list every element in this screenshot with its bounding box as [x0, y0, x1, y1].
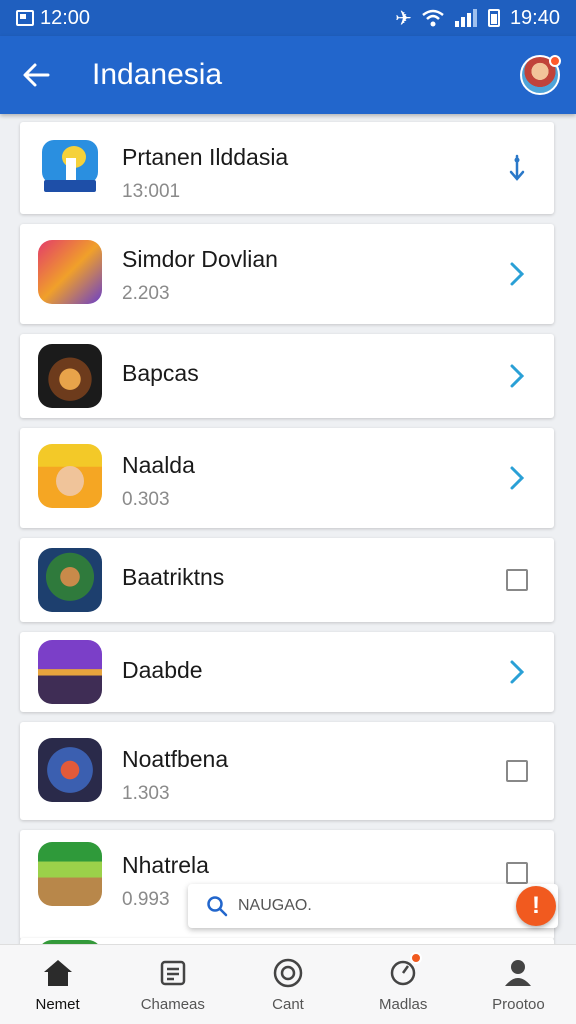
avatar[interactable]: [520, 55, 561, 95]
app-icon: [38, 444, 102, 508]
nav-label: Madlas: [379, 996, 428, 1013]
nav-label: Chameas: [140, 996, 205, 1013]
list-item-subtitle: 13:001: [122, 181, 181, 202]
airplane-icon: ✈: [395, 7, 412, 30]
list-item-subtitle: 2.203: [122, 283, 170, 304]
location-icon: [386, 952, 423, 990]
item-checkbox[interactable]: [502, 565, 532, 595]
page-title: Indanesia: [92, 58, 223, 91]
app-icon: [38, 344, 102, 408]
home-icon: [41, 956, 75, 990]
list-item[interactable]: Daabde: [20, 632, 554, 712]
person-icon: [501, 956, 535, 990]
search-bar[interactable]: NAUGAO.: [188, 884, 558, 928]
chevron-right-icon: [510, 466, 525, 490]
chevron-right-icon: [510, 364, 525, 388]
app-icon: [38, 136, 102, 200]
list-item-title: Baatriktns: [122, 564, 225, 590]
chevron-right-icon: [510, 262, 525, 286]
app-icon: [38, 738, 102, 802]
back-button[interactable]: [16, 55, 56, 95]
status-time-right: 19:40: [509, 6, 560, 29]
list-item-title: Daabde: [122, 657, 203, 683]
alert-icon: !: [532, 892, 540, 919]
nav-item-cant[interactable]: Cant: [230, 945, 345, 1024]
nav-label: Nemet: [35, 996, 80, 1013]
list-item-title: Prtanen Ilddasia: [122, 144, 289, 170]
app-icon: [38, 240, 102, 304]
wifi-icon: [422, 9, 444, 27]
bottom-nav: Nemet Chameas Cant Madlas Prootoo: [0, 944, 576, 1024]
app-icon: [38, 548, 102, 612]
screenshot-icon: [16, 10, 34, 26]
search-placeholder: NAUGAO.: [238, 897, 312, 914]
status-time-left: 12:00: [40, 6, 91, 29]
nav-label: Cant: [272, 996, 304, 1013]
search-icon: [207, 896, 228, 917]
chevron-button[interactable]: [502, 361, 532, 391]
list-item-title: Nhatrela: [122, 852, 209, 878]
list-item[interactable]: Naalda 0.303: [20, 428, 554, 528]
nav-item-home[interactable]: Nemet: [0, 945, 115, 1024]
list-item-title: Simdor Dovlian: [122, 246, 278, 272]
app-icon: [38, 640, 102, 704]
list-item[interactable]: Noatfbena 1.303: [20, 722, 554, 820]
signal-icon: [454, 9, 477, 27]
nav-item-news[interactable]: Chameas: [115, 945, 230, 1024]
item-checkbox[interactable]: [502, 756, 532, 786]
list-item-title: Naalda: [122, 452, 195, 478]
list-item-subtitle: 1.303: [122, 783, 170, 804]
list-item[interactable]: Bapcas: [20, 334, 554, 418]
news-icon: [156, 956, 190, 990]
download-button[interactable]: [502, 153, 532, 183]
list-item[interactable]: Baatriktns: [20, 538, 554, 622]
list-item-title: Noatfbena: [122, 746, 229, 772]
app-icon: [38, 842, 102, 906]
chevron-button[interactable]: [502, 259, 532, 289]
list-item-subtitle: 0.303: [122, 489, 170, 510]
app-bar: Indanesia: [0, 36, 576, 114]
nav-item-madlas[interactable]: Madlas: [346, 945, 461, 1024]
list-item[interactable]: Prtanen Ilddasia 13:001: [20, 122, 554, 214]
nav-item-profile[interactable]: Prootoo: [461, 945, 576, 1024]
circle-icon: [271, 956, 305, 990]
checkbox-icon: [506, 569, 528, 591]
download-icon: [509, 154, 525, 181]
list-item[interactable]: Simdor Dovlian 2.203: [20, 224, 554, 324]
alert-fab-button[interactable]: !: [516, 886, 556, 926]
checkbox-icon: [506, 760, 528, 782]
checkbox-icon: [506, 862, 528, 884]
chevron-right-icon: [510, 660, 525, 684]
status-bar: 12:00 ✈ 19:40: [0, 0, 576, 36]
arrow-left-icon: [23, 63, 50, 87]
list-item-title: Bapcas: [122, 360, 199, 386]
notification-dot: [410, 952, 423, 964]
chevron-button[interactable]: [502, 463, 532, 493]
nav-label: Prootoo: [492, 996, 545, 1013]
battery-icon: [487, 9, 500, 27]
notification-dot: [549, 55, 561, 67]
chevron-button[interactable]: [502, 657, 532, 687]
